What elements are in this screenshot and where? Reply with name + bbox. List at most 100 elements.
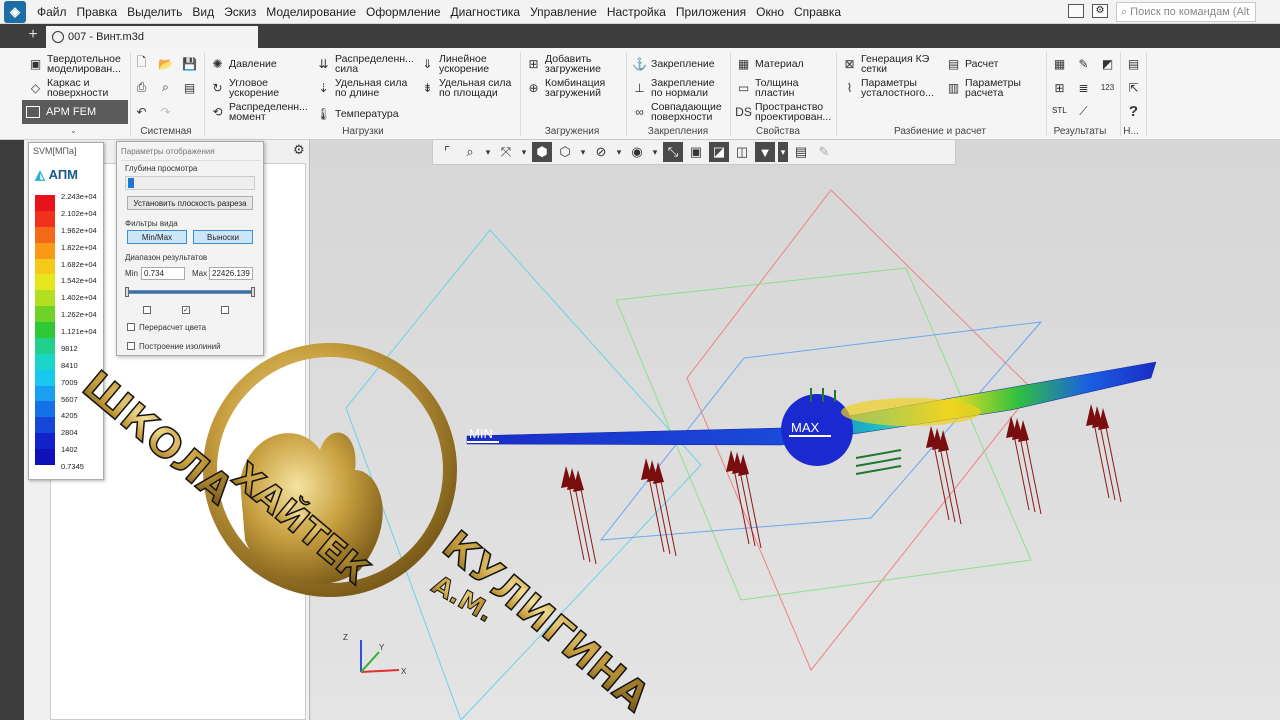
range-slider[interactable] bbox=[127, 290, 255, 294]
material-button[interactable]: ▦ Материал bbox=[736, 56, 836, 71]
callouts-filter-button[interactable]: Выноски bbox=[193, 230, 253, 244]
3d-viewport[interactable]: MIN MAX X Y Z bbox=[311, 140, 1280, 720]
range-slider-min-thumb[interactable] bbox=[125, 287, 129, 297]
dropdown-chevron-icon[interactable]: ▾ bbox=[778, 142, 788, 162]
results-table-icon[interactable]: ≣ bbox=[1076, 80, 1091, 95]
preview-icon[interactable]: ⌕ bbox=[158, 80, 173, 95]
zoom-icon[interactable]: ⌕ bbox=[460, 142, 480, 162]
angular-accel-button[interactable]: ↻ Угловое ускорение bbox=[210, 78, 308, 99]
command-search-input[interactable]: ⌕ Поиск по командам (Alt bbox=[1116, 2, 1256, 22]
print-icon[interactable]: ⎙ bbox=[134, 80, 149, 95]
frame-icon[interactable]: ▣ bbox=[686, 142, 706, 162]
mode-wireframe-surfaces[interactable]: ◇ Каркас и поверхности bbox=[28, 78, 128, 99]
orient-icon[interactable]: ⌜ bbox=[437, 142, 457, 162]
minmax-filter-button[interactable]: Min/Max bbox=[127, 230, 187, 244]
temperature-button[interactable]: 🌡 Температура bbox=[316, 106, 416, 121]
results-chart-icon[interactable]: ◩ bbox=[1100, 56, 1115, 71]
calc-params-icon: ▥ bbox=[947, 81, 960, 95]
calculate-button[interactable]: ▤ Расчет bbox=[946, 56, 1036, 71]
results-pen-icon[interactable]: ✎ bbox=[1076, 56, 1091, 71]
results-stl-icon[interactable]: STL bbox=[1052, 106, 1067, 115]
distributed-force-button[interactable]: ⇊ Распределенн... сила bbox=[316, 54, 416, 75]
menu-edit[interactable]: Правка bbox=[72, 5, 123, 19]
force-per-area-button[interactable]: ⇟ Удельная сила по площади bbox=[420, 78, 520, 99]
results-numbers-icon[interactable]: 123 bbox=[1100, 80, 1115, 95]
matching-surfaces-button[interactable]: ∞ Совпадающие поверхности bbox=[632, 102, 728, 123]
menu-manage[interactable]: Управление bbox=[525, 5, 602, 19]
wireframe-view-icon[interactable]: ⬡ bbox=[555, 142, 575, 162]
design-space-button[interactable]: DS Пространство проектирован... bbox=[735, 102, 836, 123]
help-question-icon[interactable]: ? bbox=[1126, 103, 1141, 120]
window-mode-button[interactable] bbox=[1068, 4, 1084, 18]
set-section-plane-button[interactable]: Установить плоскость разреза bbox=[127, 196, 253, 210]
undo-icon[interactable]: ↶ bbox=[134, 104, 149, 119]
redo-icon[interactable]: ↷ bbox=[158, 104, 173, 119]
plate-thickness-button[interactable]: ▭ Толщина пластин bbox=[736, 78, 836, 99]
filter-icon[interactable]: ▼ bbox=[755, 142, 775, 162]
settings-gear-icon[interactable]: ⚙ bbox=[1092, 4, 1108, 18]
shaded-view-icon[interactable]: ⬢ bbox=[532, 142, 552, 162]
panel-gear-icon[interactable]: ⚙ bbox=[293, 142, 305, 158]
range-checkbox-1[interactable] bbox=[143, 306, 151, 314]
mesh-generation-button[interactable]: ⊠ Генерация КЭ сетки bbox=[842, 54, 942, 75]
menu-diagnostics[interactable]: Диагностика bbox=[446, 5, 526, 19]
menu-apps[interactable]: Приложения bbox=[671, 5, 751, 19]
save-as-icon[interactable]: ▤ bbox=[182, 80, 197, 95]
fixing-button[interactable]: ⚓ Закрепление bbox=[632, 56, 728, 71]
add-loading-button[interactable]: ⊞ Добавить загружение bbox=[526, 54, 622, 75]
menu-modeling[interactable]: Моделирование bbox=[261, 5, 361, 19]
open-folder-icon[interactable]: 📂 bbox=[158, 56, 173, 71]
max-value-input[interactable]: 22426.139 bbox=[209, 267, 253, 280]
range-checkbox-3[interactable] bbox=[221, 306, 229, 314]
min-value-input[interactable]: 0.734 bbox=[141, 267, 185, 280]
range-checkbox-2[interactable]: ✓ bbox=[182, 306, 190, 314]
recalc-color-checkbox[interactable] bbox=[127, 323, 135, 331]
section-icon[interactable]: ⤡ bbox=[663, 142, 683, 162]
menu-settings[interactable]: Настройка bbox=[602, 5, 671, 19]
eye-icon[interactable]: ◉ bbox=[627, 142, 647, 162]
tab-document[interactable]: 007 - Винт.m3d bbox=[46, 26, 258, 48]
dropdown-chevron-icon[interactable]: ▾ bbox=[578, 142, 588, 162]
dropdown-chevron-icon[interactable]: ▾ bbox=[483, 142, 493, 162]
menu-window[interactable]: Окно bbox=[751, 5, 789, 19]
menu-help[interactable]: Справка bbox=[789, 5, 846, 19]
depth-slider[interactable] bbox=[125, 176, 255, 190]
calc-params-button[interactable]: ▥ Параметры расчета bbox=[946, 78, 1038, 99]
menu-drafting[interactable]: Оформление bbox=[361, 5, 445, 19]
menu-view[interactable]: Вид bbox=[187, 5, 219, 19]
menu-select[interactable]: Выделить bbox=[122, 5, 187, 19]
force-per-length-button[interactable]: ⇣ Удельная сила по длине bbox=[316, 78, 416, 99]
rotate-icon[interactable]: ⤧ bbox=[496, 142, 516, 162]
collapse-chevron-icon[interactable]: ⌄ bbox=[70, 126, 77, 135]
save-icon[interactable]: 💾 bbox=[182, 56, 197, 71]
results-tree-icon[interactable]: ⊞ bbox=[1052, 80, 1067, 95]
dropdown-chevron-icon[interactable]: ▾ bbox=[650, 142, 660, 162]
app-logo-icon[interactable]: ◈ bbox=[4, 0, 26, 23]
mode-apm-fem[interactable]: APM FEM bbox=[22, 100, 128, 124]
results-grid-icon[interactable]: ▦ bbox=[1052, 56, 1067, 71]
pressure-button[interactable]: ✺ Давление bbox=[210, 56, 308, 71]
hide-icon[interactable]: ⊘ bbox=[591, 142, 611, 162]
new-tab-plus-icon[interactable]: + bbox=[24, 27, 42, 45]
layers-icon[interactable]: ◫ bbox=[732, 142, 752, 162]
mode-solid-modeling[interactable]: ▣ Твердотельное моделирован... bbox=[28, 54, 128, 75]
results-arrow-icon[interactable]: ⟋ bbox=[1076, 104, 1091, 119]
film-icon[interactable]: ▤ bbox=[791, 142, 811, 162]
menu-sketch[interactable]: Эскиз bbox=[219, 5, 261, 19]
linear-accel-button[interactable]: ⇓ Линейное ускорение bbox=[420, 54, 516, 75]
export-icon[interactable]: ⇱ bbox=[1126, 80, 1141, 95]
dropdown-chevron-icon[interactable]: ▾ bbox=[519, 142, 529, 162]
isolines-checkbox[interactable] bbox=[127, 342, 135, 350]
depth-slider-thumb[interactable] bbox=[128, 178, 134, 188]
report-icon[interactable]: ▤ bbox=[1126, 56, 1141, 71]
cube-section-icon[interactable]: ◪ bbox=[709, 142, 729, 162]
new-file-icon[interactable]: 🗋 bbox=[134, 55, 149, 71]
range-slider-max-thumb[interactable] bbox=[251, 287, 255, 297]
eyedropper-icon[interactable]: ✎ bbox=[814, 142, 834, 162]
dropdown-chevron-icon[interactable]: ▾ bbox=[614, 142, 624, 162]
fatigue-params-button[interactable]: ⌇ Параметры усталостного... bbox=[842, 78, 942, 99]
menu-file[interactable]: Файл bbox=[32, 5, 72, 19]
normal-fixing-button[interactable]: ⊥ Закрепление по нормали bbox=[632, 78, 728, 99]
loading-combo-button[interactable]: ⊕ Комбинация загружений bbox=[526, 78, 622, 99]
distributed-moment-button[interactable]: ⟲ Распределенн... момент bbox=[210, 102, 314, 123]
